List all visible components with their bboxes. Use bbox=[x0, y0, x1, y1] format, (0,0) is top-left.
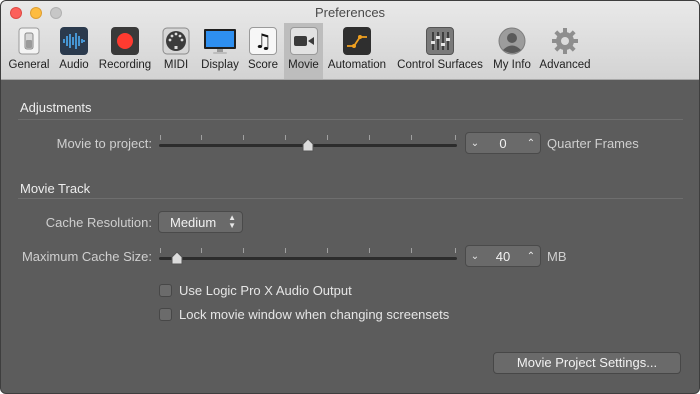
slider-thumb[interactable] bbox=[170, 251, 184, 265]
maximum-cache-size-slider[interactable] bbox=[159, 248, 457, 268]
lock-movie-window-checkbox-row[interactable]: Lock movie window when changing screense… bbox=[159, 307, 449, 322]
toolbar-label: Automation bbox=[327, 59, 387, 71]
section-divider bbox=[18, 119, 683, 120]
general-switch-icon bbox=[15, 27, 43, 55]
toolbar-label: General bbox=[8, 59, 50, 71]
movie-camera-icon bbox=[289, 27, 318, 55]
increment-chevron-icon[interactable]: ⌃ bbox=[522, 133, 540, 153]
toolbar-label: Score bbox=[247, 59, 279, 71]
title-bar: Preferences General Audio Recording MIDI… bbox=[1, 1, 699, 80]
slider-tick bbox=[455, 248, 456, 253]
toolbar-label: My Info bbox=[493, 59, 531, 71]
movie-track-section-title: Movie Track bbox=[20, 181, 91, 196]
toolbar-item-automation[interactable]: Automation bbox=[325, 23, 389, 79]
toolbar-label: Movie bbox=[288, 59, 319, 71]
toolbar-item-my-info[interactable]: My Info bbox=[489, 23, 535, 79]
decrement-chevron-icon[interactable]: ⌄ bbox=[466, 246, 484, 266]
slider-tick bbox=[201, 135, 202, 140]
decrement-chevron-icon[interactable]: ⌄ bbox=[466, 133, 484, 153]
toolbar-label: Recording bbox=[98, 59, 152, 71]
user-silhouette-icon bbox=[498, 27, 526, 55]
movie-to-project-slider[interactable] bbox=[159, 135, 457, 155]
slider-tick bbox=[243, 248, 244, 253]
use-audio-output-checkbox-row[interactable]: Use Logic Pro X Audio Output bbox=[159, 283, 352, 298]
cache-resolution-popup[interactable]: Medium ▲ ▼ bbox=[158, 211, 243, 233]
cache-resolution-value: Medium bbox=[170, 214, 217, 230]
increment-chevron-icon[interactable]: ⌃ bbox=[522, 246, 540, 266]
lock-movie-window-checkbox[interactable] bbox=[159, 308, 172, 321]
preferences-window: Preferences General Audio Recording MIDI… bbox=[0, 0, 700, 394]
slider-tick bbox=[160, 248, 161, 253]
slider-tick bbox=[369, 135, 370, 140]
slider-tick bbox=[285, 135, 286, 140]
toolbar-item-general[interactable]: General bbox=[5, 23, 53, 79]
mb-unit-label: MB bbox=[547, 249, 567, 264]
slider-tick bbox=[243, 135, 244, 140]
cache-resolution-label: Cache Resolution: bbox=[45, 215, 152, 230]
toolbar-label: Display bbox=[201, 59, 239, 71]
preferences-toolbar: General Audio Recording MIDI Display ♫ S… bbox=[1, 23, 699, 79]
toolbar-item-midi[interactable]: MIDI bbox=[159, 23, 193, 79]
section-divider bbox=[18, 198, 683, 199]
slider-thumb[interactable] bbox=[301, 138, 315, 152]
toolbar-label: MIDI bbox=[163, 59, 189, 71]
toolbar-label: Audio bbox=[59, 59, 89, 71]
use-audio-output-checkbox[interactable] bbox=[159, 284, 172, 297]
adjustments-section-title: Adjustments bbox=[20, 100, 92, 115]
slider-tick bbox=[455, 135, 456, 140]
slider-tick bbox=[285, 248, 286, 253]
music-note-icon: ♫ bbox=[249, 27, 277, 55]
slider-track bbox=[159, 257, 457, 260]
record-icon bbox=[111, 27, 139, 55]
automation-curve-icon bbox=[343, 27, 371, 55]
toolbar-item-control-surfaces[interactable]: Control Surfaces bbox=[393, 23, 487, 79]
slider-tick bbox=[327, 135, 328, 140]
toolbar-label: Control Surfaces bbox=[397, 59, 483, 71]
window-title: Preferences bbox=[314, 5, 386, 20]
audio-waveform-icon bbox=[60, 27, 88, 55]
gear-icon bbox=[551, 27, 579, 55]
midi-connector-icon bbox=[162, 27, 190, 55]
maximum-cache-size-stepper[interactable]: ⌄ 40 ⌃ bbox=[465, 245, 541, 267]
toolbar-item-audio[interactable]: Audio bbox=[55, 23, 93, 79]
slider-tick bbox=[201, 248, 202, 253]
slider-tick bbox=[411, 248, 412, 253]
use-audio-output-label[interactable]: Use Logic Pro X Audio Output bbox=[179, 283, 352, 298]
movie-to-project-value[interactable]: 0 bbox=[484, 136, 522, 151]
toolbar-label: Advanced bbox=[539, 59, 591, 71]
toolbar-item-score[interactable]: ♫ Score bbox=[246, 23, 280, 79]
display-monitor-icon bbox=[203, 27, 237, 55]
toolbar-item-movie[interactable]: Movie bbox=[284, 23, 323, 79]
movie-to-project-stepper[interactable]: ⌄ 0 ⌃ bbox=[465, 132, 541, 154]
movie-to-project-label: Movie to project: bbox=[56, 136, 152, 151]
slider-tick bbox=[411, 135, 412, 140]
slider-tick bbox=[369, 248, 370, 253]
toolbar-item-advanced[interactable]: Advanced bbox=[537, 23, 593, 79]
quarter-frames-unit-label: Quarter Frames bbox=[547, 136, 639, 151]
toolbar-item-display[interactable]: Display bbox=[198, 23, 242, 79]
slider-tick bbox=[327, 248, 328, 253]
movie-project-settings-button[interactable]: Movie Project Settings... bbox=[493, 352, 681, 374]
control-surfaces-faders-icon bbox=[426, 27, 454, 55]
lock-movie-window-label[interactable]: Lock movie window when changing screense… bbox=[179, 307, 449, 322]
up-down-arrows-icon: ▲ ▼ bbox=[228, 213, 236, 230]
maximum-cache-size-label: Maximum Cache Size: bbox=[21, 249, 152, 264]
toolbar-item-recording[interactable]: Recording bbox=[96, 23, 154, 79]
maximum-cache-size-value[interactable]: 40 bbox=[484, 249, 522, 264]
slider-tick bbox=[160, 135, 161, 140]
